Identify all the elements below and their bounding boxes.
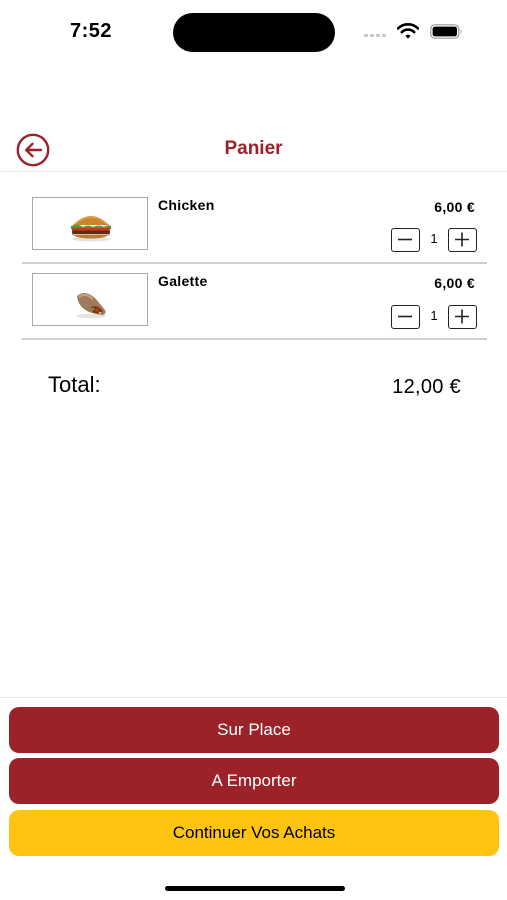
decrease-quantity-button[interactable] xyxy=(391,228,420,252)
bottom-divider xyxy=(0,697,507,698)
cart-item: Galette 6,00 € 1 xyxy=(22,264,487,340)
item-price: 6,00 € xyxy=(434,199,475,215)
product-image xyxy=(32,273,148,326)
increase-quantity-button[interactable] xyxy=(448,228,477,252)
quantity-stepper: 1 xyxy=(391,305,477,329)
cart-item: Chicken 6,00 € 1 xyxy=(22,188,487,264)
home-indicator xyxy=(165,886,345,891)
total-value: 12,00 € xyxy=(392,376,461,398)
item-price: 6,00 € xyxy=(434,275,475,291)
item-name: Galette xyxy=(158,273,208,289)
plus-icon xyxy=(455,232,469,247)
dynamic-island xyxy=(173,13,335,52)
battery-icon xyxy=(430,24,462,39)
quantity-value: 1 xyxy=(430,231,438,246)
minus-icon xyxy=(398,315,412,318)
minus-icon xyxy=(398,238,412,241)
increase-quantity-button[interactable] xyxy=(448,305,477,329)
item-name: Chicken xyxy=(158,197,215,213)
total-label: Total: xyxy=(48,372,101,397)
wrap-image xyxy=(76,292,106,319)
burger-image xyxy=(71,216,111,242)
quantity-value: 1 xyxy=(430,308,438,323)
continue-shopping-button[interactable]: Continuer Vos Achats xyxy=(9,810,499,856)
decrease-quantity-button[interactable] xyxy=(391,305,420,329)
plus-icon xyxy=(455,309,469,324)
header-divider xyxy=(0,171,507,172)
quantity-stepper: 1 xyxy=(391,228,477,252)
status-time: 7:52 xyxy=(70,20,113,42)
product-image xyxy=(32,197,148,250)
page-title: Panier xyxy=(224,138,283,159)
cellular-signal-icon xyxy=(364,34,386,37)
dine-in-button[interactable]: Sur Place xyxy=(9,707,499,753)
take-away-button[interactable]: A Emporter xyxy=(9,758,499,804)
wifi-icon xyxy=(397,23,419,39)
